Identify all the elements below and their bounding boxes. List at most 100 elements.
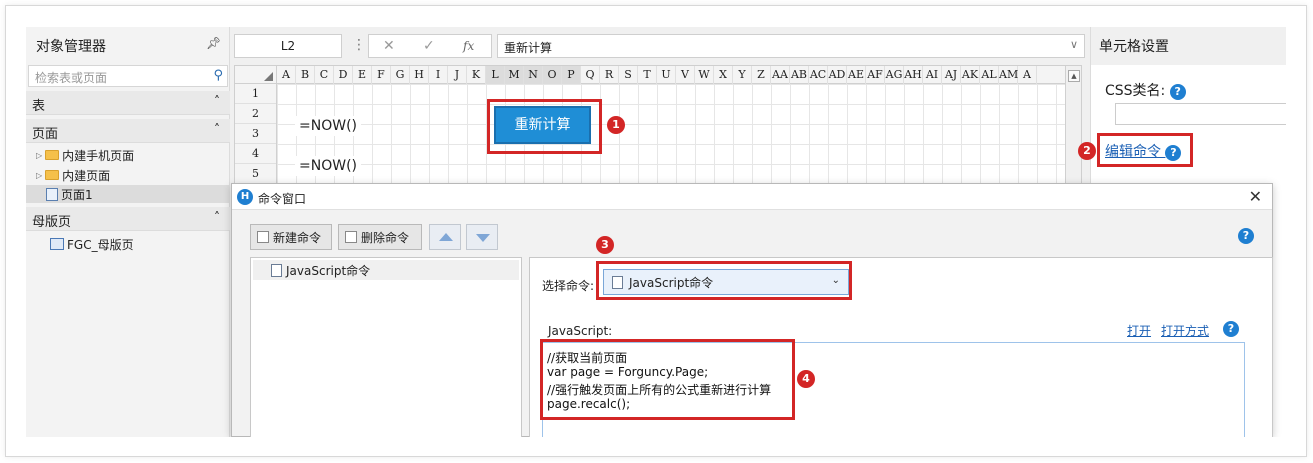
row-header[interactable]: 2 [235, 104, 276, 124]
highlight-edit-command [1097, 133, 1193, 167]
spreadsheet-grid[interactable]: A B C D E F G H I J K L M N O P Q R S T U V W X Y Z AA AB AC AD AE AF AG… [234, 65, 1082, 185]
new-command-icon [257, 231, 269, 243]
tree-item-mobile-pages[interactable]: ▷ 内建手机页面 [36, 146, 134, 164]
chevron-up-icon[interactable]: ˄ [214, 210, 220, 224]
column-header[interactable]: AH [904, 66, 923, 84]
column-header[interactable]: F [372, 66, 391, 84]
cell-now-2[interactable]: =NOW() [295, 156, 361, 176]
vertical-scrollbar[interactable]: ▲ [1065, 66, 1081, 184]
column-header[interactable]: L [486, 66, 505, 84]
tree-item-builtin-pages[interactable]: ▷ 内建页面 [36, 166, 110, 184]
move-down-button[interactable] [466, 224, 498, 250]
column-header[interactable]: Z [752, 66, 771, 84]
column-header[interactable]: P [562, 66, 581, 84]
column-header[interactable]: X [714, 66, 733, 84]
column-header[interactable]: J [448, 66, 467, 84]
object-search-input[interactable]: 检索表或页面 ⚲ [28, 65, 228, 87]
column-header[interactable]: G [391, 66, 410, 84]
formula-input[interactable]: 重新计算 ∨ [497, 34, 1085, 58]
confirm-icon[interactable]: ✓ [423, 38, 435, 54]
row-header[interactable]: 4 [235, 144, 276, 164]
section-pages[interactable]: 页面 ˄ [26, 119, 230, 143]
column-header[interactable]: U [657, 66, 676, 84]
grid-cells[interactable] [277, 84, 1081, 184]
folder-icon [45, 170, 60, 180]
select-command-label: 选择命令: [542, 279, 595, 293]
column-header[interactable]: B [296, 66, 315, 84]
row-header[interactable]: 5 [235, 164, 276, 184]
column-header[interactable]: AM [999, 66, 1018, 84]
section-masters[interactable]: 母版页 ˄ [26, 207, 230, 231]
chevron-up-icon[interactable]: ˄ [214, 122, 220, 136]
chevron-up-icon[interactable]: ˄ [214, 94, 220, 108]
column-header[interactable]: AK [961, 66, 980, 84]
page-icon [46, 187, 58, 201]
column-header[interactable]: S [619, 66, 638, 84]
delete-command-button[interactable]: 删除命令 [338, 224, 422, 250]
column-header[interactable]: T [638, 66, 657, 84]
delete-command-icon [345, 231, 357, 243]
command-list[interactable]: JavaScript命令 [250, 257, 522, 437]
new-command-label: 新建命令 [273, 230, 322, 245]
move-up-button[interactable] [429, 224, 461, 250]
tree-item-master-page[interactable]: FGC_母版页 [50, 235, 134, 253]
column-header[interactable]: AF [866, 66, 885, 84]
highlight-recalculate-button [487, 99, 602, 154]
select-all-corner[interactable] [235, 66, 277, 84]
column-header[interactable]: N [524, 66, 543, 84]
new-command-button[interactable]: 新建命令 [250, 224, 332, 250]
function-icon[interactable]: fx [463, 39, 474, 53]
column-header[interactable]: AB [790, 66, 809, 84]
list-item[interactable]: JavaScript命令 [253, 260, 519, 280]
expand-formula-icon[interactable]: ∨ [1070, 38, 1078, 51]
column-header[interactable]: D [334, 66, 353, 84]
css-class-label: CSS类名: [1105, 83, 1166, 99]
row-header[interactable]: 3 [235, 124, 276, 144]
column-header[interactable]: W [695, 66, 714, 84]
scroll-up-icon[interactable]: ▲ [1068, 70, 1080, 82]
column-header[interactable]: AJ [942, 66, 961, 84]
row-header[interactable]: 1 [235, 84, 276, 104]
column-header[interactable]: AA [771, 66, 790, 84]
tree-item-page1[interactable]: 页面1 [26, 185, 230, 203]
column-header[interactable]: A [277, 66, 296, 84]
column-header[interactable]: AD [828, 66, 847, 84]
column-header[interactable]: R [600, 66, 619, 84]
column-header[interactable]: E [353, 66, 372, 84]
column-header[interactable]: H [410, 66, 429, 84]
column-header[interactable]: V [676, 66, 695, 84]
highlight-javascript-code [540, 339, 795, 420]
expand-icon[interactable]: ▷ [36, 171, 42, 180]
search-icon[interactable]: ⚲ [213, 68, 223, 83]
open-with-link[interactable]: 打开方式 [1161, 322, 1209, 339]
column-header[interactable]: Y [733, 66, 752, 84]
column-header[interactable]: I [429, 66, 448, 84]
column-header[interactable]: AE [847, 66, 866, 84]
column-header[interactable]: C [315, 66, 334, 84]
column-header[interactable]: A [1018, 66, 1037, 84]
cell-settings-header: 单元格设置 [1091, 27, 1286, 65]
close-icon[interactable]: ✕ [1249, 187, 1262, 206]
open-link[interactable]: 打开 [1127, 322, 1151, 339]
tree-item-label: 内建手机页面 [62, 148, 135, 163]
column-header[interactable]: Q [581, 66, 600, 84]
column-header[interactable]: M [505, 66, 524, 84]
section-tables[interactable]: 表 ˄ [26, 91, 230, 115]
column-header[interactable]: O [543, 66, 562, 84]
more-options-icon[interactable]: ⋮ [352, 37, 366, 53]
cell-now-1[interactable]: =NOW() [295, 116, 361, 136]
column-header[interactable]: K [467, 66, 486, 84]
help-icon[interactable]: ? [1169, 84, 1186, 100]
cell-reference-box[interactable]: L2 [234, 34, 342, 58]
step-badge-1: 1 [607, 116, 625, 134]
css-class-input[interactable] [1115, 103, 1286, 125]
pin-icon[interactable]: 📌︎ [206, 36, 221, 50]
column-header[interactable]: AL [980, 66, 999, 84]
cancel-icon[interactable]: ✕ [383, 38, 395, 54]
expand-icon[interactable]: ▷ [36, 151, 42, 160]
column-header[interactable]: AG [885, 66, 904, 84]
column-header[interactable]: AI [923, 66, 942, 84]
column-header[interactable]: AC [809, 66, 828, 84]
help-icon[interactable]: ? [1238, 228, 1254, 244]
help-icon[interactable]: ? [1223, 321, 1239, 337]
